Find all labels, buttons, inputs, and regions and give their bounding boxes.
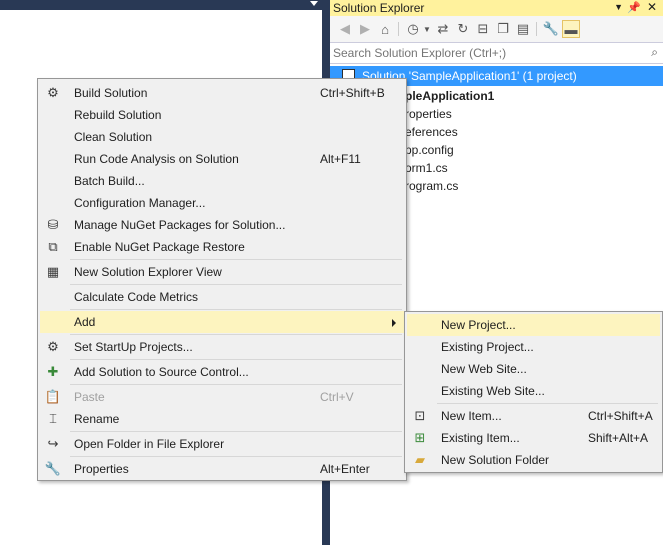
source-control-add-icon: ✚ <box>47 364 59 379</box>
collapse-all-icon[interactable]: ⊟ <box>474 20 492 38</box>
menu-item-open-folder[interactable]: ↪ Open Folder in File Explorer <box>40 433 404 455</box>
package-restore-icon: ⧉ <box>48 239 58 254</box>
submenu-item-new-item[interactable]: ⊡ New Item... Ctrl+Shift+A <box>407 405 660 427</box>
rename-icon: ⌶ <box>49 411 57 426</box>
menu-item-new-solution-explorer-view[interactable]: ▦ New Solution Explorer View <box>40 261 404 283</box>
tree-item-app-config[interactable]: pp.config <box>405 141 454 159</box>
filter-dropdown-icon[interactable]: ▼ <box>422 20 432 38</box>
menu-item-clean-solution[interactable]: Clean Solution <box>40 126 404 148</box>
menu-item-configuration-manager[interactable]: Configuration Manager... <box>40 192 404 214</box>
home-icon[interactable]: ⌂ <box>376 20 394 38</box>
submenu-item-new-solution-folder[interactable]: ▰ New Solution Folder <box>407 449 660 471</box>
search-input[interactable] <box>333 45 633 61</box>
preview-selected-items-icon[interactable]: ▬ <box>562 20 580 38</box>
tree-item-program[interactable]: rogram.cs <box>405 177 458 195</box>
menu-item-rebuild-solution[interactable]: Rebuild Solution <box>40 104 404 126</box>
submenu-item-existing-project[interactable]: Existing Project... <box>407 336 660 358</box>
folder-icon: ▰ <box>415 452 425 467</box>
submenu-arrow-icon <box>392 319 396 327</box>
solution-context-menu: ⚙ Build Solution Ctrl+Shift+B Rebuild So… <box>37 78 407 481</box>
tree-item-properties[interactable]: roperties <box>405 105 452 123</box>
search-solution-explorer: ⌕ <box>330 42 663 64</box>
menu-item-batch-build[interactable]: Batch Build... <box>40 170 404 192</box>
back-icon[interactable]: ◀ <box>336 20 354 38</box>
tree-item-references[interactable]: eferences <box>405 123 458 141</box>
submenu-item-existing-item[interactable]: ⊞ Existing Item... Shift+Alt+A <box>407 427 660 449</box>
view-class-diagram-icon[interactable]: ▤ <box>514 20 532 38</box>
add-submenu: New Project... Existing Project... New W… <box>404 311 663 473</box>
gear-icon: ⚙ <box>47 339 59 354</box>
existing-item-icon: ⊞ <box>414 430 426 445</box>
open-folder-arrow-icon: ↪ <box>47 436 59 451</box>
menu-item-paste[interactable]: 📋 Paste Ctrl+V <box>40 386 404 408</box>
menu-item-build-solution[interactable]: ⚙ Build Solution Ctrl+Shift+B <box>40 82 404 104</box>
paste-icon: 📋 <box>44 389 62 404</box>
close-icon[interactable]: ✕ <box>647 0 657 14</box>
tree-item-project[interactable]: pleApplication1 <box>405 87 494 105</box>
menu-item-add-to-source-control[interactable]: ✚ Add Solution to Source Control... <box>40 361 404 383</box>
new-item-icon: ⊡ <box>414 408 426 423</box>
editor-tab-bar <box>0 0 322 10</box>
menu-item-manage-nuget[interactable]: ⛁ Manage NuGet Packages for Solution... <box>40 214 404 236</box>
pending-changes-filter-icon[interactable]: ◷ <box>404 20 422 38</box>
solution-explorer-title-bar: Solution Explorer ▼ 📌 ✕ <box>330 0 663 16</box>
sync-icon[interactable]: ⇄ <box>434 20 452 38</box>
show-all-files-icon[interactable]: ❐ <box>494 20 512 38</box>
properties-wrench-icon[interactable]: 🔧 <box>542 20 560 38</box>
window-position-icon[interactable]: ▼ <box>614 2 623 12</box>
solution-explorer-toolbar: ◀ ▶ ⌂ ◷ ▼ ⇄ ↻ ⊟ ❐ ▤ 🔧 ▬ <box>330 16 663 42</box>
menu-item-enable-nuget-restore[interactable]: ⧉ Enable NuGet Package Restore <box>40 236 404 258</box>
build-icon: ⚙ <box>47 85 59 100</box>
tree-item-form1[interactable]: orm1.cs <box>405 159 448 177</box>
solution-explorer-title: Solution Explorer <box>333 1 425 15</box>
menu-item-add[interactable]: Add <box>40 311 404 333</box>
menu-item-calculate-code-metrics[interactable]: Calculate Code Metrics <box>40 286 404 308</box>
search-icon[interactable]: ⌕ <box>651 45 658 60</box>
menu-item-rename[interactable]: ⌶ Rename <box>40 408 404 430</box>
pin-icon[interactable]: 📌 <box>627 1 641 14</box>
menu-item-run-code-analysis[interactable]: Run Code Analysis on Solution Alt+F11 <box>40 148 404 170</box>
dropdown-arrow-icon[interactable] <box>310 1 318 6</box>
wrench-icon: 🔧 <box>44 461 62 476</box>
menu-item-set-startup-projects[interactable]: ⚙ Set StartUp Projects... <box>40 336 404 358</box>
menu-item-properties[interactable]: 🔧 Properties Alt+Enter <box>40 458 404 480</box>
nuget-icon: ⛁ <box>47 217 59 232</box>
submenu-item-new-web-site[interactable]: New Web Site... <box>407 358 660 380</box>
refresh-icon[interactable]: ↻ <box>454 20 472 38</box>
submenu-item-new-project[interactable]: New Project... <box>407 314 660 336</box>
submenu-item-existing-web-site[interactable]: Existing Web Site... <box>407 380 660 402</box>
forward-icon[interactable]: ▶ <box>356 20 374 38</box>
new-view-icon: ▦ <box>46 264 60 279</box>
